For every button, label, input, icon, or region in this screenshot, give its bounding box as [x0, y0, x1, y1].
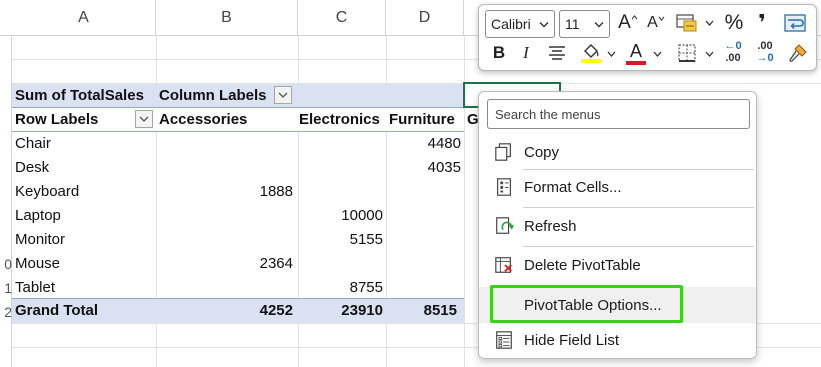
format-painter-icon — [789, 44, 807, 62]
font-name-select[interactable]: Calibri — [485, 10, 555, 38]
chevron-down-icon — [278, 92, 288, 98]
decrease-decimal-button[interactable]: .00 →0 — [751, 39, 779, 65]
cell-styles-icon — [676, 14, 697, 32]
font-size-select[interactable]: 11 — [559, 10, 610, 38]
align-center-icon — [549, 46, 565, 60]
row-labels-filter-button[interactable] — [135, 110, 153, 128]
column-header-b[interactable]: B — [156, 0, 298, 36]
grow-font-icon: A — [618, 12, 631, 33]
column-header-c[interactable]: C — [298, 0, 386, 36]
delete-pivottable-icon — [493, 254, 515, 276]
menu-item-label: Delete PivotTable — [524, 256, 641, 274]
search-menus-input[interactable] — [487, 99, 750, 129]
menu-item-format-cells[interactable]: Format Cells... — [479, 170, 756, 204]
chevron-down-icon — [539, 22, 549, 28]
col-header-furniture[interactable]: Furniture — [389, 108, 455, 132]
chevron-down-icon[interactable] — [705, 51, 714, 57]
row-label[interactable]: Keyboard — [15, 180, 79, 204]
wrap-text-icon — [784, 14, 806, 32]
menu-item-label: Hide Field List — [524, 331, 620, 349]
furniture-value[interactable]: 4035 — [386, 156, 461, 180]
percent-style-button[interactable]: % — [722, 10, 746, 36]
increase-font-size-button[interactable]: A — [615, 10, 641, 36]
format-cells-icon — [493, 176, 515, 198]
col-header-partial[interactable]: G — [467, 108, 479, 132]
cell-styles-button[interactable] — [673, 10, 701, 36]
field-list-icon — [493, 329, 515, 351]
menu-item-refresh[interactable]: Refresh — [479, 209, 756, 243]
row-number-10[interactable]: 0 — [0, 252, 12, 276]
menu-item-label: Format Cells... — [524, 178, 622, 196]
font-size-value: 11 — [565, 16, 580, 32]
electronics-value[interactable]: 5155 — [298, 228, 383, 252]
italic-button[interactable]: I — [515, 40, 537, 66]
row-label[interactable]: Mouse — [15, 252, 60, 276]
bold-button[interactable]: B — [487, 40, 511, 66]
decrease-font-size-button[interactable]: A — [644, 10, 668, 36]
electronics-value[interactable]: 8755 — [298, 276, 383, 300]
row-label[interactable]: Monitor — [15, 228, 65, 252]
increase-decimal-button[interactable]: ←0 .00 — [719, 39, 747, 65]
format-painter-button[interactable] — [784, 40, 812, 66]
mini-toolbar: Calibri 11 A A % ❜ B I A ←0 .00 .00 →0 — [478, 4, 817, 71]
grand-total-electronics[interactable]: 23910 — [298, 299, 383, 323]
borders-button[interactable] — [673, 40, 701, 66]
font-name-value: Calibri — [491, 16, 531, 32]
row-labels-header[interactable]: Row Labels — [15, 108, 98, 132]
font-color-icon: A — [629, 40, 642, 61]
copy-icon — [493, 141, 515, 163]
column-header-d[interactable]: D — [386, 0, 464, 36]
furniture-value[interactable]: 4480 — [386, 132, 461, 156]
menu-item-label: Refresh — [524, 217, 577, 235]
electronics-value[interactable]: 10000 — [298, 204, 383, 228]
menu-item-delete-pivottable[interactable]: Delete PivotTable — [479, 248, 756, 282]
paint-bucket-icon — [581, 44, 601, 63]
row-label[interactable]: Chair — [15, 132, 51, 156]
wrap-text-button[interactable] — [781, 10, 809, 36]
col-header-accessories[interactable]: Accessories — [159, 108, 247, 132]
menu-item-label: Copy — [524, 143, 560, 161]
grand-total-accessories[interactable]: 4252 — [156, 299, 293, 323]
row-label[interactable]: Laptop — [15, 204, 61, 228]
column-labels-header[interactable]: Column Labels — [159, 84, 267, 108]
decrease-decimal-icon: .00 — [757, 40, 773, 52]
column-header-a[interactable]: A — [12, 0, 156, 36]
chevron-down-icon — [594, 22, 604, 28]
chevron-down-icon[interactable] — [653, 51, 662, 57]
column-labels-filter-button[interactable] — [274, 86, 292, 104]
font-color-button[interactable]: A — [623, 40, 649, 66]
row-label[interactable]: Desk — [15, 156, 49, 180]
row-label[interactable]: Tablet — [15, 276, 55, 300]
menu-separator — [523, 207, 754, 208]
center-align-button[interactable] — [543, 40, 571, 66]
borders-icon — [678, 44, 696, 62]
col-header-electronics[interactable]: Electronics — [299, 108, 380, 132]
pivot-value-header[interactable]: Sum of TotalSales — [15, 84, 144, 108]
highlight-box — [490, 285, 683, 323]
row-number-12[interactable]: 2 — [0, 300, 12, 324]
increase-decimal-icon: ←0 — [724, 40, 742, 52]
grand-total-label[interactable]: Grand Total — [15, 299, 98, 323]
comma-style-button[interactable]: ❜ — [753, 10, 771, 36]
chevron-down-icon[interactable] — [607, 51, 616, 57]
menu-item-hide-field-list[interactable]: Hide Field List — [479, 323, 756, 357]
accessories-value[interactable]: 2364 — [156, 252, 293, 276]
chevron-down-icon — [139, 116, 149, 122]
menu-item-copy[interactable]: Copy — [479, 135, 756, 169]
fill-color-button[interactable] — [577, 40, 605, 66]
shrink-font-icon: A — [647, 14, 658, 31]
accessories-value[interactable]: 1888 — [156, 180, 293, 204]
chevron-down-icon[interactable] — [705, 20, 714, 26]
grand-total-furniture[interactable]: 8515 — [386, 299, 457, 323]
row-number-11[interactable]: 1 — [0, 276, 12, 300]
refresh-icon — [493, 215, 515, 237]
menu-separator — [523, 246, 754, 247]
